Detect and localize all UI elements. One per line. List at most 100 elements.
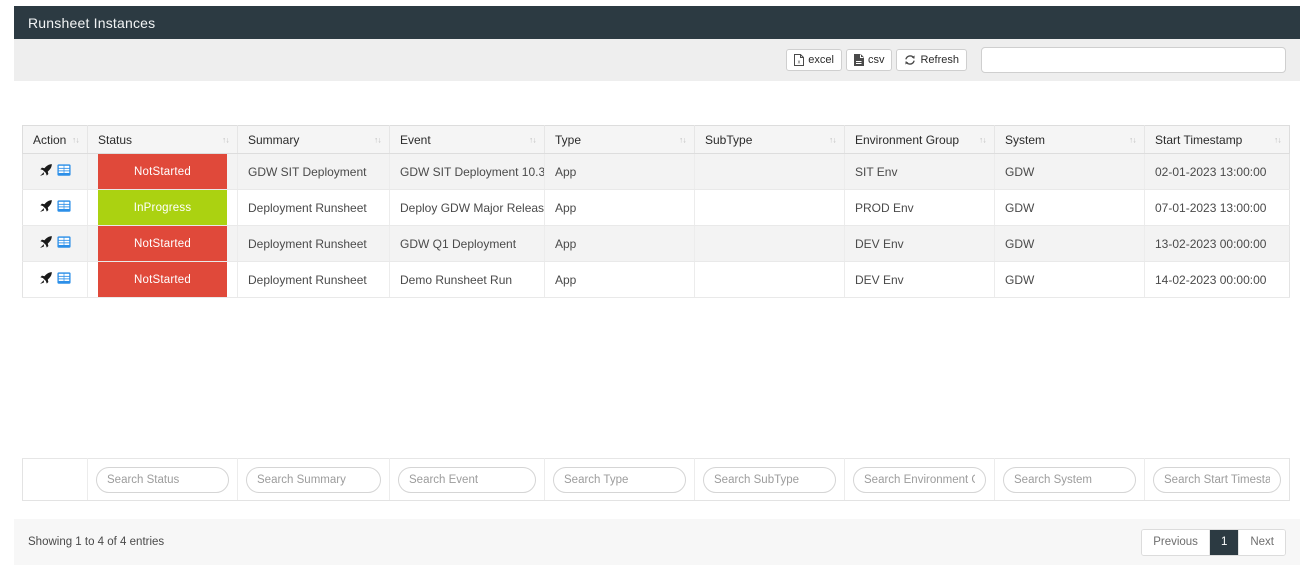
- pagination-previous[interactable]: Previous: [1142, 529, 1210, 555]
- pagination-1[interactable]: 1: [1209, 529, 1240, 555]
- refresh-button[interactable]: Refresh: [896, 49, 967, 71]
- status-cell: InProgress: [87, 189, 238, 226]
- status-badge: NotStarted: [98, 154, 227, 189]
- filter-body: [22, 458, 1290, 501]
- filter-input-type[interactable]: [553, 466, 686, 493]
- filter-input-timestamp[interactable]: [1153, 466, 1281, 493]
- filter-input-system[interactable]: [1003, 466, 1136, 493]
- column-header-label: Action: [33, 132, 67, 147]
- column-filter-container: [22, 458, 1290, 501]
- sort-arrows-icon[interactable]: ↑↓: [72, 135, 80, 144]
- cell-type: App: [544, 153, 695, 190]
- table-body: NotStarted GDW SIT Deployment GDW SIT Depl…: [22, 153, 1290, 298]
- global-search-input[interactable]: [981, 47, 1286, 73]
- column-header-label: System: [1005, 132, 1046, 147]
- rocket-icon[interactable]: [39, 163, 53, 180]
- column-header-status[interactable]: Status ↑↓: [87, 125, 238, 154]
- export-csv-label: csv: [867, 54, 885, 66]
- column-header-timestamp[interactable]: Start Timestamp ↑↓: [1144, 125, 1290, 154]
- sort-arrows-icon[interactable]: ↑↓: [222, 135, 230, 144]
- cell-system: GDW: [994, 189, 1145, 226]
- column-header-subtype[interactable]: SubType ↑↓: [694, 125, 845, 154]
- cell-envgroup: DEV Env: [844, 261, 995, 298]
- cell-event: Deploy GDW Major Release 1: [389, 189, 545, 226]
- pagination-next[interactable]: Next: [1239, 529, 1285, 555]
- rocket-icon[interactable]: [39, 271, 53, 288]
- sort-arrows-icon[interactable]: ↑↓: [679, 135, 687, 144]
- column-header-label: Event: [400, 132, 431, 147]
- export-excel-label: excel: [808, 54, 834, 66]
- refresh-label: Refresh: [920, 54, 959, 66]
- sort-arrows-icon[interactable]: ↑↓: [979, 135, 987, 144]
- column-header-event[interactable]: Event ↑↓: [389, 125, 545, 154]
- filter-cell-envgroup: [844, 458, 995, 501]
- cell-event: Demo Runsheet Run: [389, 261, 545, 298]
- action-cell: [22, 225, 88, 262]
- pagination: Previous 1 Next: [1141, 528, 1286, 556]
- grid-icon[interactable]: [57, 199, 71, 216]
- cell-system: GDW: [994, 261, 1145, 298]
- cell-timestamp: 14-02-2023 00:00:00: [1144, 261, 1290, 298]
- status-cell: NotStarted: [87, 225, 238, 262]
- status-badge: NotStarted: [98, 226, 227, 261]
- grid-icon-svg: [57, 272, 71, 284]
- column-header-envgroup[interactable]: Environment Group ↑↓: [844, 125, 995, 154]
- filter-input-summary[interactable]: [246, 466, 381, 493]
- filter-cell-system: [994, 458, 1145, 501]
- data-table-container: Action ↑↓ Status ↑↓ Summary ↑↓ Event ↑↓ Type ↑↓ Su…: [22, 125, 1290, 298]
- grid-icon[interactable]: [57, 271, 71, 288]
- grid-icon-svg: [57, 236, 71, 248]
- table-header: Action ↑↓ Status ↑↓ Summary ↑↓ Event ↑↓ Type ↑↓ Su…: [22, 125, 1290, 154]
- table-row: NotStarted Deployment Runsheet GDW Q1 Depl…: [22, 225, 1290, 262]
- export-button-group: x excel csv Refresh: [786, 49, 967, 71]
- status-badge: InProgress: [98, 190, 227, 225]
- grid-icon-svg: [57, 200, 71, 212]
- cell-subtype: [694, 261, 845, 298]
- filter-cell-status: [87, 458, 238, 501]
- cell-subtype: [694, 153, 845, 190]
- column-header-label: Start Timestamp: [1155, 132, 1243, 147]
- filter-input-subtype[interactable]: [703, 466, 836, 493]
- grid-icon[interactable]: [57, 235, 71, 252]
- sort-arrows-icon[interactable]: ↑↓: [374, 135, 382, 144]
- cell-system: GDW: [994, 153, 1145, 190]
- column-header-action[interactable]: Action ↑↓: [22, 125, 88, 154]
- filter-input-event[interactable]: [398, 466, 536, 493]
- svg-text:x: x: [798, 60, 801, 66]
- sort-arrows-icon[interactable]: ↑↓: [1129, 135, 1137, 144]
- cell-event: GDW Q1 Deployment: [389, 225, 545, 262]
- cell-type: App: [544, 189, 695, 226]
- filter-cell-event: [389, 458, 545, 501]
- column-header-label: Summary: [248, 132, 300, 147]
- column-header-label: Environment Group: [855, 132, 960, 147]
- table-row: InProgress Deployment Runsheet Deploy GDW …: [22, 189, 1290, 226]
- page-title: Runsheet Instances: [28, 14, 156, 31]
- cell-type: App: [544, 225, 695, 262]
- table-toolbar: x excel csv Refresh: [14, 39, 1300, 81]
- export-csv-button[interactable]: csv: [845, 49, 893, 71]
- cell-envgroup: DEV Env: [844, 225, 995, 262]
- column-header-type[interactable]: Type ↑↓: [544, 125, 695, 154]
- runsheet-instances-table: Action ↑↓ Status ↑↓ Summary ↑↓ Event ↑↓ Type ↑↓ Su…: [22, 125, 1290, 298]
- filter-input-status[interactable]: [96, 466, 229, 493]
- rocket-icon-svg: [40, 200, 52, 212]
- filter-cell-subtype: [694, 458, 845, 501]
- table-header-row: Action ↑↓ Status ↑↓ Summary ↑↓ Event ↑↓ Type ↑↓ Su…: [22, 125, 1290, 154]
- cell-envgroup: PROD Env: [844, 189, 995, 226]
- action-cell: [22, 189, 88, 226]
- refresh-icon: [904, 54, 916, 66]
- column-header-summary[interactable]: Summary ↑↓: [237, 125, 390, 154]
- grid-icon[interactable]: [57, 163, 71, 180]
- rocket-icon[interactable]: [39, 235, 53, 252]
- csv-file-icon: [853, 54, 864, 66]
- action-cell: [22, 153, 88, 190]
- table-row: NotStarted Deployment Runsheet Demo Runshe…: [22, 261, 1290, 298]
- sort-arrows-icon[interactable]: ↑↓: [529, 135, 537, 144]
- sort-arrows-icon[interactable]: ↑↓: [829, 135, 837, 144]
- export-excel-button[interactable]: x excel: [786, 49, 842, 71]
- rocket-icon[interactable]: [39, 199, 53, 216]
- column-filter-table: [22, 458, 1290, 501]
- filter-input-envgroup[interactable]: [853, 466, 986, 493]
- sort-arrows-icon[interactable]: ↑↓: [1274, 135, 1282, 144]
- column-header-system[interactable]: System ↑↓: [994, 125, 1145, 154]
